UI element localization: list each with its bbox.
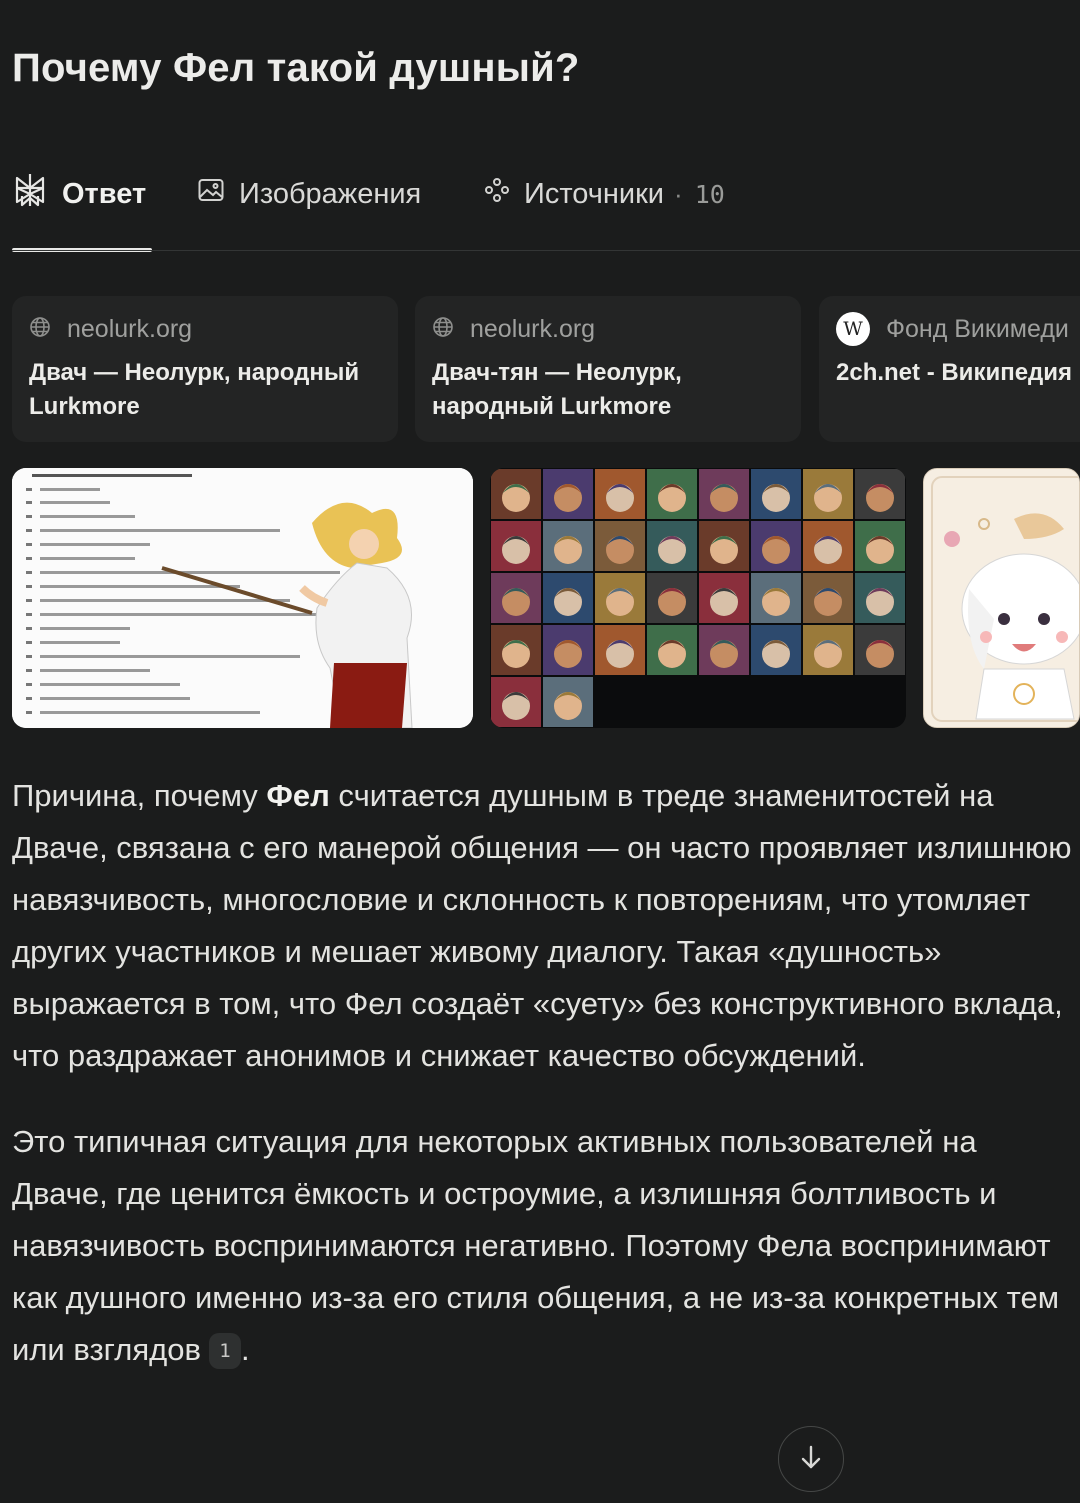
globe-icon xyxy=(432,316,454,343)
source-card[interactable]: neolurk.org Двач-тян — Неолурк, народный… xyxy=(415,296,801,442)
source-host: W Фонд Викимеди xyxy=(836,312,1080,346)
source-title: Двач — Неолурк, народный Lurkmore xyxy=(29,356,382,424)
source-host-name: neolurk.org xyxy=(470,314,596,343)
portrait-face xyxy=(866,640,894,668)
portrait-face xyxy=(762,484,790,512)
answer-paragraph: Это типичная ситуация для некоторых акти… xyxy=(12,1116,1072,1376)
tab-answer-label: Ответ xyxy=(62,177,147,210)
portrait-face xyxy=(814,588,842,616)
sources-icon xyxy=(484,177,510,211)
portrait-face xyxy=(762,640,790,668)
portrait-face xyxy=(658,484,686,512)
portrait-face xyxy=(554,640,582,668)
source-card[interactable]: neolurk.org Двач — Неолурк, народный Lur… xyxy=(12,296,398,442)
portrait-face xyxy=(554,692,582,720)
tab-images-label: Изображения xyxy=(239,177,422,210)
portrait-face xyxy=(502,588,530,616)
portrait-face xyxy=(502,640,530,668)
portrait-face xyxy=(762,588,790,616)
anime-teacher-pointer-image[interactable] xyxy=(12,468,473,728)
source-card[interactable]: W Фонд Викимеди 2ch.net - Википедия xyxy=(819,296,1080,442)
answer-page: Почему Фел такой душный? Ответ Изображен… xyxy=(0,0,1080,1503)
answer-text: Это типичная ситуация для некоторых акти… xyxy=(12,1124,1060,1367)
source-host: neolurk.org xyxy=(432,314,785,344)
source-title-line: 2ch.net - Википедия xyxy=(836,359,1073,386)
source-title-line: Lurkmore xyxy=(29,393,140,420)
portrait-face xyxy=(554,484,582,512)
scroll-down-button[interactable] xyxy=(778,1426,844,1492)
arrow-down-icon xyxy=(797,1443,825,1476)
portrait-face xyxy=(866,536,894,564)
answer-text: считается душным в треде знаменитостей н… xyxy=(12,778,1072,1073)
portrait-face xyxy=(866,484,894,512)
image-icon xyxy=(197,176,225,212)
wikipedia-icon: W xyxy=(836,312,870,346)
tab-sources-count: 10 xyxy=(694,179,725,209)
portrait-face xyxy=(866,588,894,616)
portrait-face xyxy=(814,484,842,512)
source-title-line: Двач — Неолурк, народный xyxy=(29,359,360,386)
source-title-line: Двач-тян — Неолурк, xyxy=(432,359,682,386)
portrait-face xyxy=(762,536,790,564)
answer-body: Причина, почему Фел считается душным в т… xyxy=(12,770,1072,1376)
answer-bold-text: Фел xyxy=(266,778,330,813)
portrait-face xyxy=(658,536,686,564)
portrait-face xyxy=(710,536,738,564)
source-title-line: народный Lurkmore xyxy=(432,393,672,420)
character-portrait-grid-image[interactable] xyxy=(490,468,906,728)
page-title: Почему Фел такой душный? xyxy=(12,46,580,90)
portrait-face xyxy=(710,484,738,512)
tab-sources[interactable]: Источники · 10 xyxy=(484,170,725,218)
source-title: 2ch.net - Википедия xyxy=(836,356,1080,390)
source-host-name: Фонд Викимеди xyxy=(886,314,1069,343)
tab-sources-label: Источники xyxy=(524,177,665,210)
portrait-face xyxy=(502,484,530,512)
tab-bar: Ответ Изображения Источники · 10 xyxy=(0,160,1080,252)
answer-text: Причина, почему xyxy=(12,778,267,813)
portrait-face xyxy=(606,484,634,512)
source-host-name: neolurk.org xyxy=(67,314,193,343)
portrait-face xyxy=(606,536,634,564)
portrait-face xyxy=(710,640,738,668)
tab-sources-separator: · xyxy=(674,178,683,209)
portrait-face xyxy=(710,588,738,616)
portrait-face xyxy=(658,588,686,616)
answer-text: . xyxy=(240,1332,250,1367)
tab-answer[interactable]: Ответ xyxy=(12,170,146,218)
sources-strip: neolurk.org Двач — Неолурк, народный Lur… xyxy=(12,296,1080,442)
tab-divider xyxy=(12,250,1080,251)
globe-icon xyxy=(29,316,51,343)
answer-paragraph: Причина, почему Фел считается душным в т… xyxy=(12,770,1072,1082)
portrait-face xyxy=(814,640,842,668)
portrait-face xyxy=(606,588,634,616)
images-strip xyxy=(12,468,1080,728)
source-host: neolurk.org xyxy=(29,314,382,344)
portrait-face xyxy=(502,536,530,564)
source-title: Двач-тян — Неолурк, народный Lurkmore xyxy=(432,356,785,424)
portrait-face xyxy=(606,640,634,668)
chibi-character-image[interactable] xyxy=(923,468,1080,728)
portrait-face xyxy=(658,640,686,668)
perplexity-logo-icon xyxy=(12,172,48,216)
tab-images[interactable]: Изображения xyxy=(197,170,421,218)
portrait-face xyxy=(814,536,842,564)
portrait-face xyxy=(554,536,582,564)
citation-badge[interactable]: 1 xyxy=(208,1333,241,1369)
portrait-face xyxy=(502,692,530,720)
portrait-face xyxy=(554,588,582,616)
